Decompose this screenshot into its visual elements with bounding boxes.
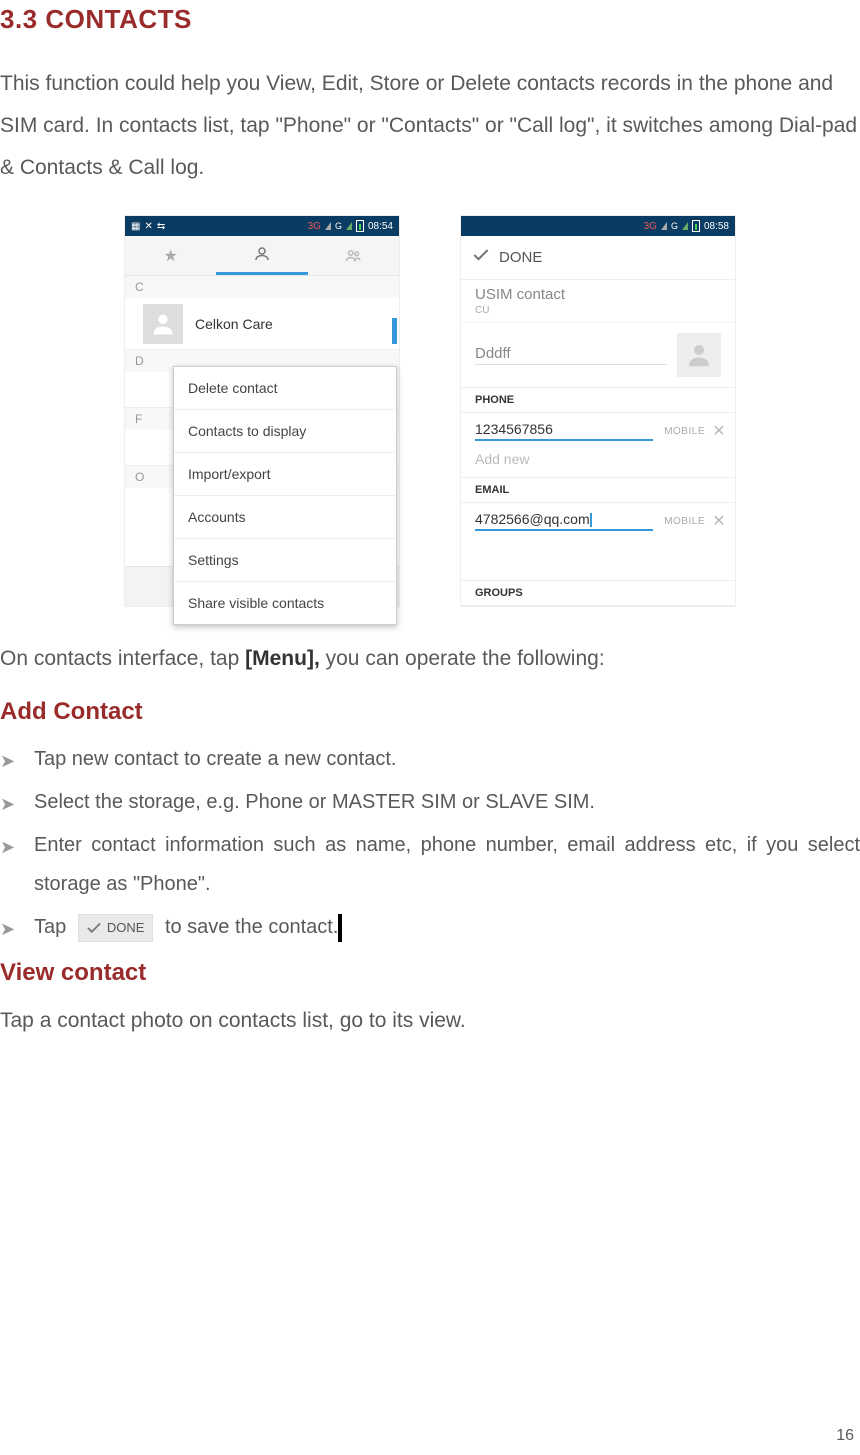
status-bar: ▦ ✕ ⇆ 3G G 08:54 [125, 216, 399, 236]
done-label: DONE [499, 249, 542, 266]
status-icon: ⇆ [157, 221, 165, 232]
name-row: Dddff [461, 323, 735, 387]
check-icon [471, 245, 491, 270]
view-contact-paragraph: Tap a contact photo on contacts list, go… [0, 1001, 860, 1042]
bullet-chevron-icon: ➤ [0, 740, 34, 779]
network-3g-icon: 3G [308, 221, 321, 232]
contact-row[interactable]: Celkon Care [125, 298, 399, 350]
clock: 08:54 [368, 221, 393, 232]
scroll-indicator [392, 318, 397, 344]
email-type[interactable]: MOBILE [659, 516, 705, 527]
section-title: 3.3 CONTACTS [0, 4, 860, 35]
star-icon: ★ [163, 246, 177, 266]
phone-section-label: PHONE [461, 387, 735, 413]
menu-item-contacts-to-display[interactable]: Contacts to display [174, 410, 396, 453]
signal-icon [346, 222, 352, 230]
menu-item-settings[interactable]: Settings [174, 539, 396, 582]
remove-field-icon[interactable]: ✕ [711, 423, 727, 439]
tab-bar: ★ [125, 236, 399, 276]
signal-icon [325, 222, 331, 230]
battery-icon [356, 220, 364, 232]
bullet-chevron-icon: ➤ [0, 908, 34, 947]
check-icon [85, 919, 103, 937]
email-section-label: EMAIL [461, 477, 735, 503]
done-chip: DONE [78, 914, 154, 942]
menu-item-share-visible[interactable]: Share visible contacts [174, 582, 396, 624]
phone-type[interactable]: MOBILE [659, 426, 705, 437]
status-bar: 3G G 08:58 [461, 216, 735, 236]
groups-section-label: GROUPS [461, 580, 735, 606]
network-3g-icon: 3G [644, 221, 657, 232]
avatar [143, 304, 183, 344]
add-new-phone[interactable]: Add new [461, 445, 735, 477]
contact-name: Celkon Care [195, 316, 273, 332]
menu-item-delete-contact[interactable]: Delete contact [174, 367, 396, 410]
battery-icon [692, 220, 700, 232]
tab-favorites[interactable]: ★ [125, 236, 216, 275]
screenshot-contacts-menu: ▦ ✕ ⇆ 3G G 08:54 ★ [124, 215, 400, 607]
usim-sublabel: CU [475, 305, 721, 316]
group-icon [343, 247, 363, 265]
add-contact-list: ➤Tap new contact to create a new contact… [0, 740, 860, 947]
phone-field-row: 1234567856 MOBILE ✕ [461, 413, 735, 445]
context-menu: Delete contact Contacts to display Impor… [173, 366, 397, 625]
name-input[interactable]: Dddff [475, 345, 667, 365]
avatar-placeholder[interactable] [677, 333, 721, 377]
tab-contacts[interactable] [216, 236, 307, 275]
network-g-icon: G [671, 221, 678, 231]
bullet-chevron-icon: ➤ [0, 826, 34, 865]
status-icon: ✕ [144, 221, 152, 232]
email-field-row: 4782566@qq.com MOBILE ✕ [461, 503, 735, 535]
bullet-chevron-icon: ➤ [0, 783, 34, 822]
screenshot-row: ▦ ✕ ⇆ 3G G 08:54 ★ [0, 215, 860, 607]
remove-field-icon[interactable]: ✕ [711, 513, 727, 529]
email-input[interactable]: 4782566@qq.com [475, 511, 653, 531]
tab-groups[interactable] [308, 236, 399, 275]
signal-icon [661, 222, 667, 230]
list-item: ➤Enter contact information such as name,… [0, 826, 860, 904]
screenshot-edit-contact: 3G G 08:58 DONE USIM contact CU Ddd [460, 215, 736, 607]
list-item: ➤Select the storage, e.g. Phone or MASTE… [0, 783, 860, 822]
list-item: ➤Tap new contact to create a new contact… [0, 740, 860, 779]
intro-paragraph: This function could help you View, Edit,… [0, 63, 860, 189]
page-number: 16 [836, 1427, 854, 1445]
network-g-icon: G [335, 221, 342, 231]
menu-item-import-export[interactable]: Import/export [174, 453, 396, 496]
account-type-row[interactable]: USIM contact CU [461, 280, 735, 323]
menu-item-accounts[interactable]: Accounts [174, 496, 396, 539]
menu-tip-paragraph: On contacts interface, tap [Menu], you c… [0, 639, 860, 680]
list-item: ➤ Tap DONE to save the contact. [0, 908, 860, 947]
add-contact-heading: Add Contact [0, 698, 860, 726]
person-icon [253, 245, 271, 263]
done-button[interactable]: DONE [461, 236, 735, 280]
phone-input[interactable]: 1234567856 [475, 421, 653, 441]
text-cursor [338, 914, 342, 942]
signal-icon [682, 222, 688, 230]
view-contact-heading: View contact [0, 959, 860, 987]
text-cursor [590, 513, 592, 527]
clock: 08:58 [704, 221, 729, 232]
alpha-divider: C [125, 276, 399, 298]
status-icon: ▦ [131, 221, 140, 232]
usim-contact-label: USIM contact [475, 286, 721, 303]
menu-bold: [Menu], [245, 647, 320, 670]
